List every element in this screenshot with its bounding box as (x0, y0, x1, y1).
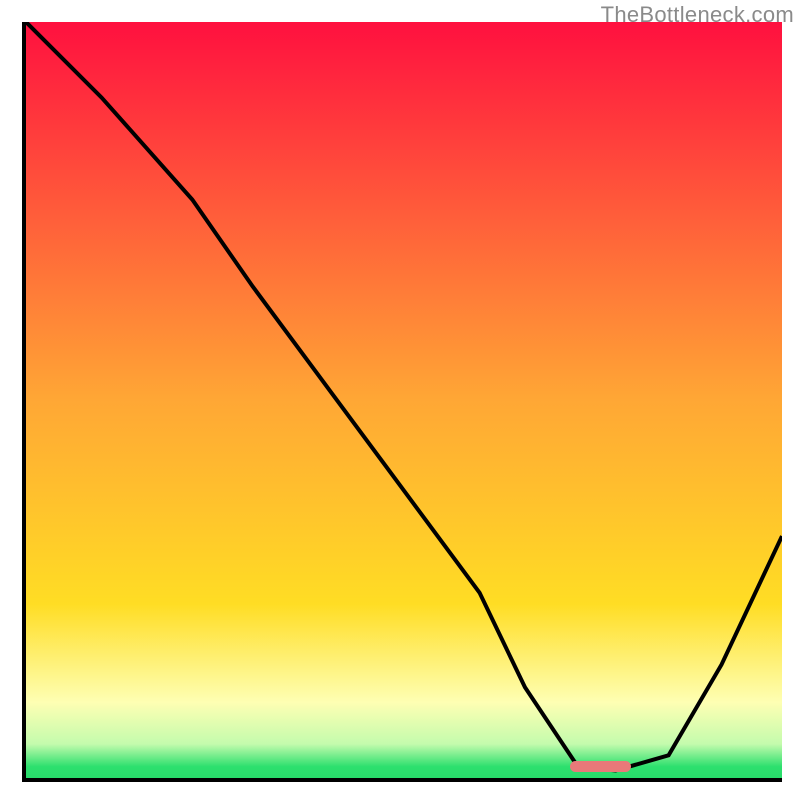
watermark-text: TheBottleneck.com (601, 2, 794, 28)
plot-area (22, 22, 782, 782)
sweet-spot-marker (570, 761, 630, 772)
bottleneck-curve (26, 22, 782, 778)
chart-container: TheBottleneck.com (0, 0, 800, 800)
